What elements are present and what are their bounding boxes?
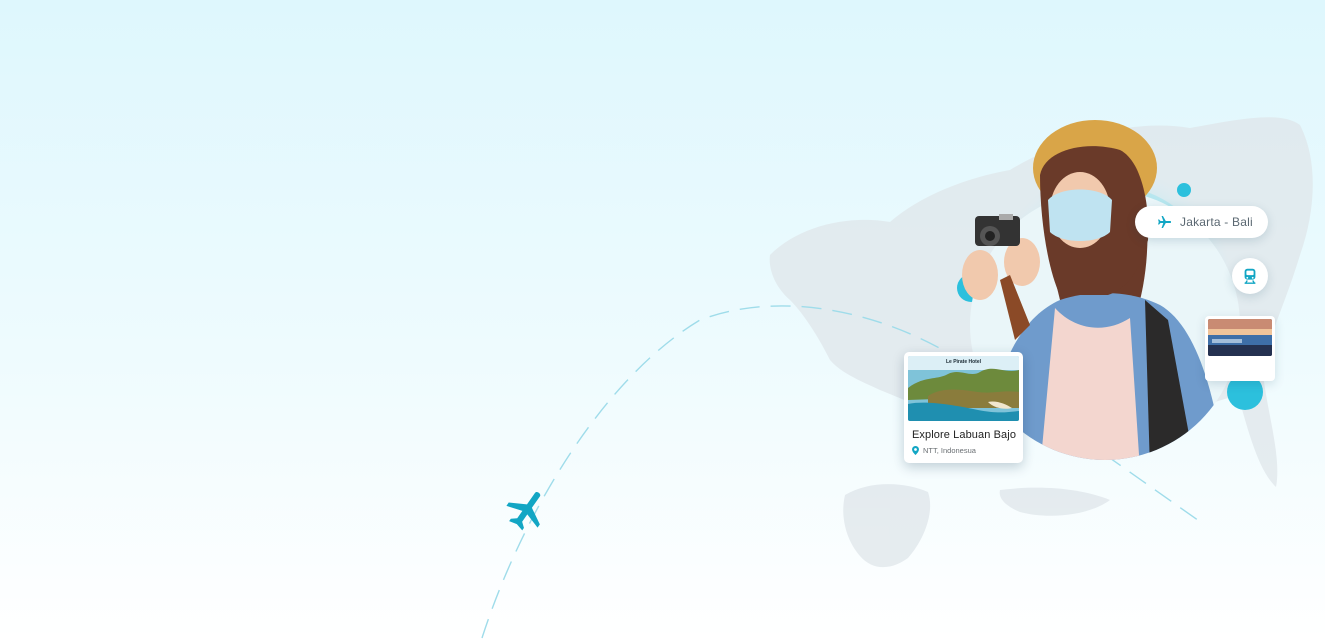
destination-location: NTT, Indonesua [912, 446, 976, 455]
destination-photo: Le Pirate Hotel [908, 356, 1019, 421]
route-pill[interactable]: Jakarta - Bali [1135, 206, 1268, 238]
hotel-thumbnail-card[interactable] [1205, 316, 1275, 381]
hotel-pool-photo [1208, 319, 1272, 356]
photo-caption: Le Pirate Hotel [945, 359, 981, 365]
train-icon [1244, 268, 1256, 284]
destination-title: Explore Labuan Bajo [912, 429, 1017, 441]
location-label: NTT, Indonesua [923, 446, 976, 455]
location-pin-icon [912, 446, 919, 455]
hero-illustration [481, 117, 1313, 639]
plane-icon [1158, 216, 1171, 228]
airplane-icon [506, 492, 541, 531]
train-button[interactable] [1232, 258, 1268, 294]
destination-card[interactable]: Le Pirate Hotel Explore Labuan Bajo NTT,… [904, 352, 1023, 463]
route-label: Jakarta - Bali [1180, 215, 1253, 229]
